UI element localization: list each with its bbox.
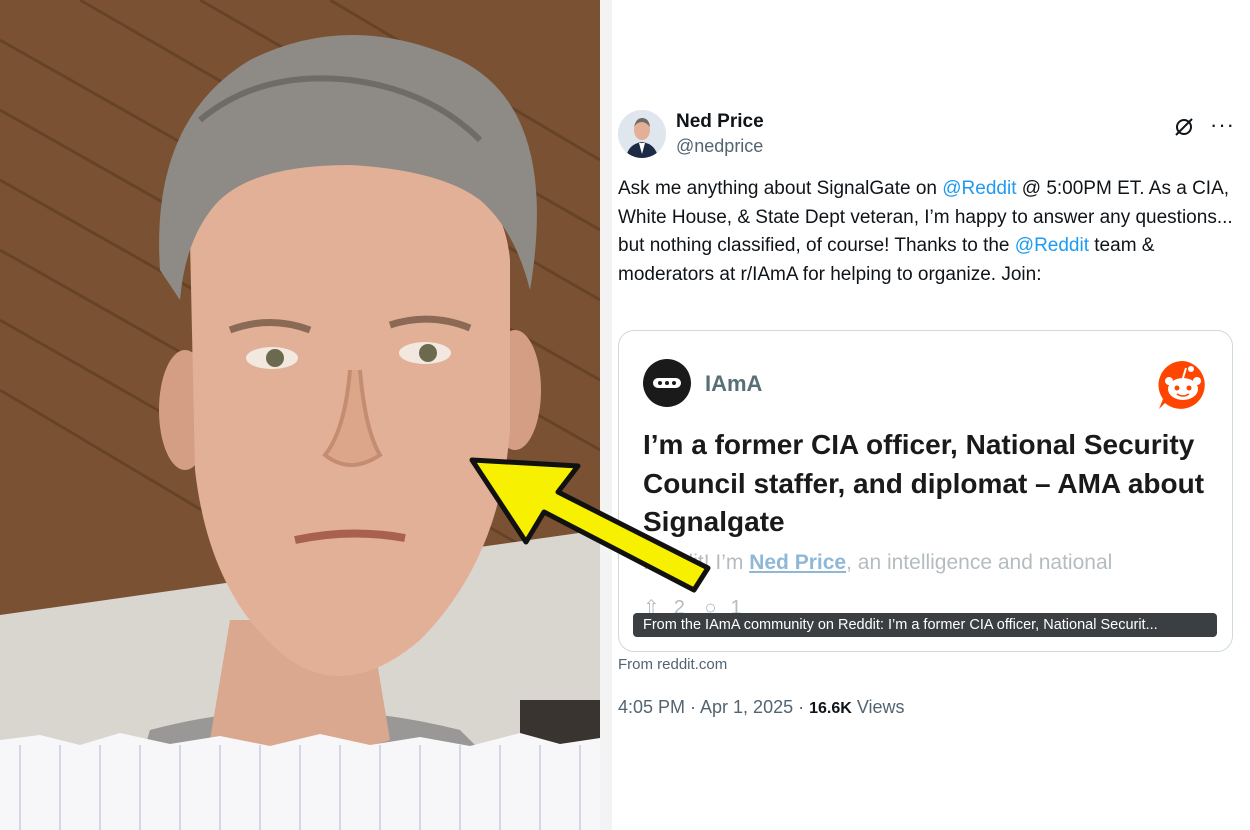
snippet-text: , an intelligence and national <box>846 551 1113 574</box>
mention-link[interactable]: @Reddit <box>942 178 1016 199</box>
mention-link[interactable]: @Reddit <box>1015 235 1089 256</box>
tweet-meta: 4:05 PM · Apr 1, 2025 · 16.6K Views <box>618 697 905 718</box>
snippet-link[interactable]: Ned Price <box>749 551 846 574</box>
author-avatar[interactable] <box>618 110 666 158</box>
card-title: I’m a former CIA officer, National Secur… <box>643 429 1205 537</box>
tweet-text-part: Ask me anything about SignalGate on <box>618 178 943 199</box>
subreddit-avatar <box>643 359 691 407</box>
author-handle[interactable]: @nedprice <box>676 136 763 157</box>
yellow-arrow-icon <box>469 457 711 593</box>
card-tooltip: From the IAmA community on Reddit: I’m a… <box>633 613 1217 637</box>
tweet-text: Ask me anything about SignalGate on @Red… <box>618 175 1233 289</box>
selfie-illustration <box>0 0 600 830</box>
author-name[interactable]: Ned Price <box>676 111 764 133</box>
card-snippet: Reddit! I’m Ned Price, an intelligence a… <box>643 551 1213 575</box>
avatar-image <box>618 110 666 158</box>
reddit-logo-icon <box>1158 360 1205 409</box>
grok-icon[interactable] <box>1172 115 1196 139</box>
views-count: 16.6K <box>809 700 852 717</box>
selfie-photo <box>0 0 600 830</box>
more-options-icon[interactable]: ··· <box>1210 112 1235 138</box>
tweet-timestamp[interactable]: 4:05 PM · Apr 1, 2025 · <box>618 697 809 717</box>
subreddit-name: IAmA <box>705 371 763 396</box>
source-link[interactable]: From reddit.com <box>618 656 727 673</box>
iama-logo-icon <box>653 378 681 388</box>
views-label: Views <box>851 697 905 717</box>
panel-divider <box>600 0 612 830</box>
